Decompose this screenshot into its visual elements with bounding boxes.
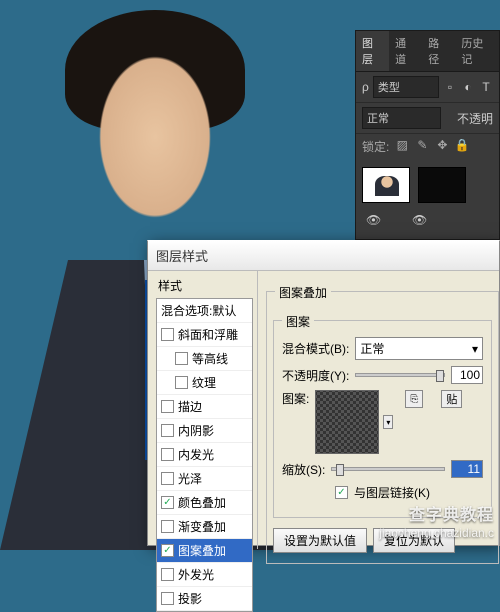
scale-label: 缩放(S): <box>282 461 325 478</box>
style-color-overlay[interactable]: 颜色叠加 <box>157 491 252 515</box>
style-inner-glow[interactable]: 内发光 <box>157 443 252 467</box>
lock-pixels-icon[interactable]: ✎ <box>415 138 429 152</box>
style-contour[interactable]: 等高线 <box>157 347 252 371</box>
blend-mode-select[interactable]: 正常▾ <box>355 337 483 360</box>
style-texture[interactable]: 纹理 <box>157 371 252 395</box>
style-bevel[interactable]: 斜面和浮雕 <box>157 323 252 347</box>
opacity-label: 不透明度(Y): <box>282 367 349 384</box>
filter-type-icon[interactable]: T <box>479 80 493 94</box>
style-stroke[interactable]: 描边 <box>157 395 252 419</box>
visibility-icon-1[interactable]: 👁 <box>366 213 382 225</box>
filter-pixel-icon[interactable]: ▫ <box>443 80 457 94</box>
chevron-down-icon: ▾ <box>472 342 478 356</box>
blend-mode-dropdown[interactable]: 正常 <box>362 107 441 129</box>
scale-value[interactable]: 11 <box>451 460 483 478</box>
section-title: 图案叠加 <box>275 284 331 301</box>
blend-mode-label: 混合模式(B): <box>282 340 349 357</box>
lock-transparent-icon[interactable]: ▨ <box>395 138 409 152</box>
tab-history[interactable]: 历史记 <box>455 31 499 71</box>
kind-label: ρ <box>362 80 369 94</box>
layer-thumb-1[interactable] <box>362 167 410 203</box>
watermark-brand: 查字典教程 <box>379 506 494 527</box>
kind-dropdown[interactable]: 类型 <box>373 76 439 98</box>
tab-channels[interactable]: 通道 <box>389 31 422 71</box>
layer-style-dialog: 图层样式 样式 混合选项:默认 斜面和浮雕 等高线 纹理 描边 内阴影 内发光 … <box>147 240 500 546</box>
style-satin[interactable]: 光泽 <box>157 467 252 491</box>
tab-paths[interactable]: 路径 <box>422 31 455 71</box>
set-default-button[interactable]: 设置为默认值 <box>273 528 367 553</box>
pattern-picker-arrow[interactable]: ▾ <box>383 415 393 429</box>
paste-button[interactable]: 贴 <box>441 390 462 408</box>
style-outer-glow[interactable]: 外发光 <box>157 563 252 587</box>
opacity-label: 不透明 <box>457 110 493 127</box>
layer-thumb-2[interactable] <box>418 167 466 203</box>
visibility-icon-2[interactable]: 👁 <box>412 213 428 225</box>
lock-position-icon[interactable]: ✥ <box>435 138 449 152</box>
dialog-title: 图层样式 <box>148 241 499 271</box>
panel-tabs: 图层 通道 路径 历史记 <box>356 31 499 72</box>
lock-label: 锁定: <box>362 138 389 155</box>
watermark-url: jiaocheng.chazidian.c <box>379 526 494 542</box>
blend-options-item[interactable]: 混合选项:默认 <box>157 299 252 323</box>
layer-thumbnails <box>356 159 499 211</box>
lock-all-icon[interactable]: 🔒 <box>455 138 469 152</box>
filter-adjust-icon[interactable]: ◐ <box>461 80 475 94</box>
watermark: 查字典教程 jiaocheng.chazidian.c <box>379 506 494 542</box>
pattern-swatch[interactable] <box>315 390 379 454</box>
scale-slider[interactable] <box>331 467 445 471</box>
styles-column: 样式 混合选项:默认 斜面和浮雕 等高线 纹理 描边 内阴影 内发光 光泽 颜色… <box>148 271 258 549</box>
style-drop-shadow[interactable]: 投影 <box>157 587 252 611</box>
styles-header: 样式 <box>156 277 253 294</box>
opacity-value[interactable]: 100 <box>451 366 483 384</box>
styles-list: 混合选项:默认 斜面和浮雕 等高线 纹理 描边 内阴影 内发光 光泽 颜色叠加 … <box>156 298 253 612</box>
group-title: 图案 <box>282 313 314 330</box>
link-with-layer-label: 与图层链接(K) <box>354 484 430 501</box>
opacity-slider[interactable] <box>355 373 445 377</box>
tab-layers[interactable]: 图层 <box>356 31 389 71</box>
layers-panel: 图层 通道 路径 历史记 ρ 类型 ▫ ◐ T 正常 不透明 锁定: ▨ ✎ ✥… <box>355 30 500 240</box>
snap-origin-button[interactable]: ⎘ <box>405 390 423 408</box>
style-inner-shadow[interactable]: 内阴影 <box>157 419 252 443</box>
pattern-label: 图案: <box>282 390 309 407</box>
lock-row: 锁定: ▨ ✎ ✥ 🔒 <box>356 134 499 159</box>
style-gradient-overlay[interactable]: 渐变叠加 <box>157 515 252 539</box>
style-pattern-overlay[interactable]: 图案叠加 <box>157 539 252 563</box>
link-with-layer-checkbox[interactable] <box>335 486 348 499</box>
